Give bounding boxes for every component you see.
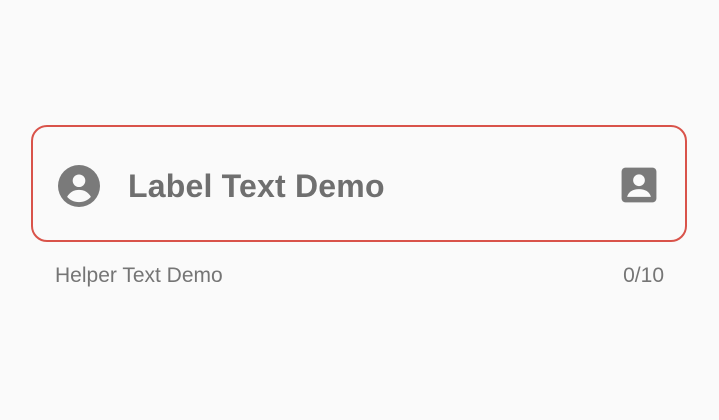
- screen: Label Text Demo Helper Text Demo 0/10: [0, 0, 719, 420]
- account-circle-icon: [58, 165, 100, 207]
- text-field-label: Label Text Demo: [128, 168, 385, 204]
- helper-text: Helper Text Demo: [55, 264, 223, 287]
- text-field[interactable]: Label Text Demo: [31, 125, 687, 242]
- account-box-icon[interactable]: [620, 166, 658, 204]
- character-counter: 0/10: [623, 264, 664, 287]
